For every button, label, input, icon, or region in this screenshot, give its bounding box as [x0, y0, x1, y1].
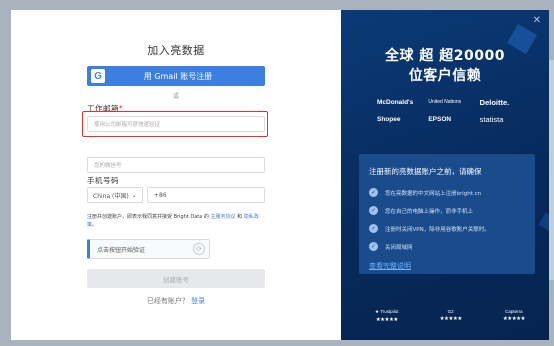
terms-text: 注册并创建账户，即表示我同意并接受 Bright Data 的 主服务协议 和 …	[87, 213, 267, 229]
phone-prefix: +86	[154, 191, 167, 199]
login-link[interactable]: 登录	[191, 297, 205, 305]
country-value: China (中国)	[93, 192, 129, 200]
login-prompt-text: 已经有账户？	[146, 297, 189, 305]
checklist-text: 注册时关闭VPN，除非用谷歌账户关联时。	[385, 226, 490, 233]
check-icon: ✓	[369, 224, 378, 233]
mcdonalds-logo: McDonald's	[377, 99, 414, 106]
promo-headline: 全球 超 超20000 位客户信赖	[341, 46, 549, 86]
epson-logo: EPSON	[428, 116, 452, 123]
signup-form-panel: 加入亮数据 G 用 Gmail 账号注册 或 工作邮箱* 使用公司邮箱可获快速验…	[11, 10, 341, 340]
google-icon: G	[91, 69, 105, 83]
checklist-item: ✓ 注册时关闭VPN，除非用谷歌账户关联时。	[369, 224, 490, 233]
gmail-signup-button[interactable]: G 用 Gmail 账号注册	[87, 66, 265, 86]
deloitte-logo: Deloitte.	[479, 98, 510, 107]
terms-prefix: 注册并创建账户，即表示我同意并接受 Bright Data 的	[87, 214, 209, 220]
check-icon: ✓	[369, 188, 378, 197]
terms-and: 和	[237, 214, 243, 220]
checklist-item: ✓ 您在自己的电脑上操作，而非手机上	[369, 206, 473, 215]
close-icon[interactable]: ✕	[533, 15, 541, 26]
checklist-item: ✓ 关闭局域网	[369, 242, 413, 251]
create-account-button[interactable]: 创建账号	[87, 269, 265, 288]
rating-source: ★ Trustpilot	[375, 309, 399, 314]
united-nations-logo: United Nations	[428, 99, 462, 105]
captcha-verify-button[interactable]: 点击按钮开始验证 ⟳	[87, 239, 210, 259]
capterra-rating: Capterra ★★★★★	[502, 309, 526, 323]
shopee-logo: Shopee	[377, 116, 401, 123]
captcha-label: 点击按钮开始验证	[97, 246, 146, 254]
rating-stars: ★★★★★	[502, 316, 526, 322]
check-icon: ✓	[369, 206, 378, 215]
or-divider: 或	[172, 93, 179, 100]
rating-source: G2	[447, 309, 454, 314]
rating-source: Capterra	[505, 309, 523, 314]
headline-line-2: 位客户信赖	[408, 68, 482, 84]
checklist-text: 您在自己的电脑上操作，而非手机上	[385, 208, 474, 215]
g2-rating: G2 ★★★★★	[439, 309, 463, 323]
checklist-text: 您在亮数据的中文网站上注册bright.cn	[385, 190, 482, 197]
headline-line-1: 全球 超 超20000	[385, 48, 505, 64]
decorative-cube-icon	[538, 212, 549, 232]
login-prompt: 已经有账户？ 登录	[11, 296, 341, 306]
promo-panel: ✕ 全球 超 超20000 位客户信赖 McDonald's United Na…	[341, 10, 549, 340]
checklist-text: 关闭局域网	[385, 244, 413, 251]
requirements-card: 注册新的亮数据账户之前，请确保 ✓ 您在亮数据的中文网站上注册bright.cn…	[359, 154, 535, 274]
country-select[interactable]: China (中国) ⌄	[87, 187, 143, 203]
rating-stars: ★★★★★	[439, 316, 463, 322]
phone-label: 手机号码	[87, 176, 119, 185]
client-logos: McDonald's United Nations Deloitte. Shop…	[377, 98, 527, 124]
statista-logo: statista	[479, 115, 504, 124]
phone-input[interactable]: +86	[147, 187, 265, 203]
checklist-item: ✓ 您在亮数据的中文网站上注册bright.cn	[369, 188, 481, 197]
full-instructions-link[interactable]: 查看完整说明	[369, 261, 411, 271]
rating-stars: ★★★★★	[375, 317, 399, 323]
master-agreement-link[interactable]: 主服务协议	[210, 214, 235, 220]
card-title: 注册新的亮数据账户之前，请确保	[369, 167, 482, 176]
review-ratings: ★ Trustpilot ★★★★★ G2 ★★★★★ Capterra ★★★…	[375, 309, 525, 323]
captcha-spinner-icon: ⟳	[193, 243, 205, 255]
trustpilot-rating: ★ Trustpilot ★★★★★	[375, 309, 399, 323]
terms-end: 。	[92, 222, 98, 228]
wechat-input[interactable]: 您的微信号	[87, 157, 265, 173]
signup-modal: 加入亮数据 G 用 Gmail 账号注册 或 工作邮箱* 使用公司邮箱可获快速验…	[11, 10, 549, 340]
form-title: 加入亮数据	[147, 44, 205, 57]
email-input[interactable]: 使用公司邮箱可获快速验证	[87, 116, 265, 132]
chevron-down-icon: ⌄	[131, 191, 137, 199]
check-icon: ✓	[369, 242, 378, 251]
gmail-signup-label: 用 Gmail 账号注册	[143, 71, 213, 81]
